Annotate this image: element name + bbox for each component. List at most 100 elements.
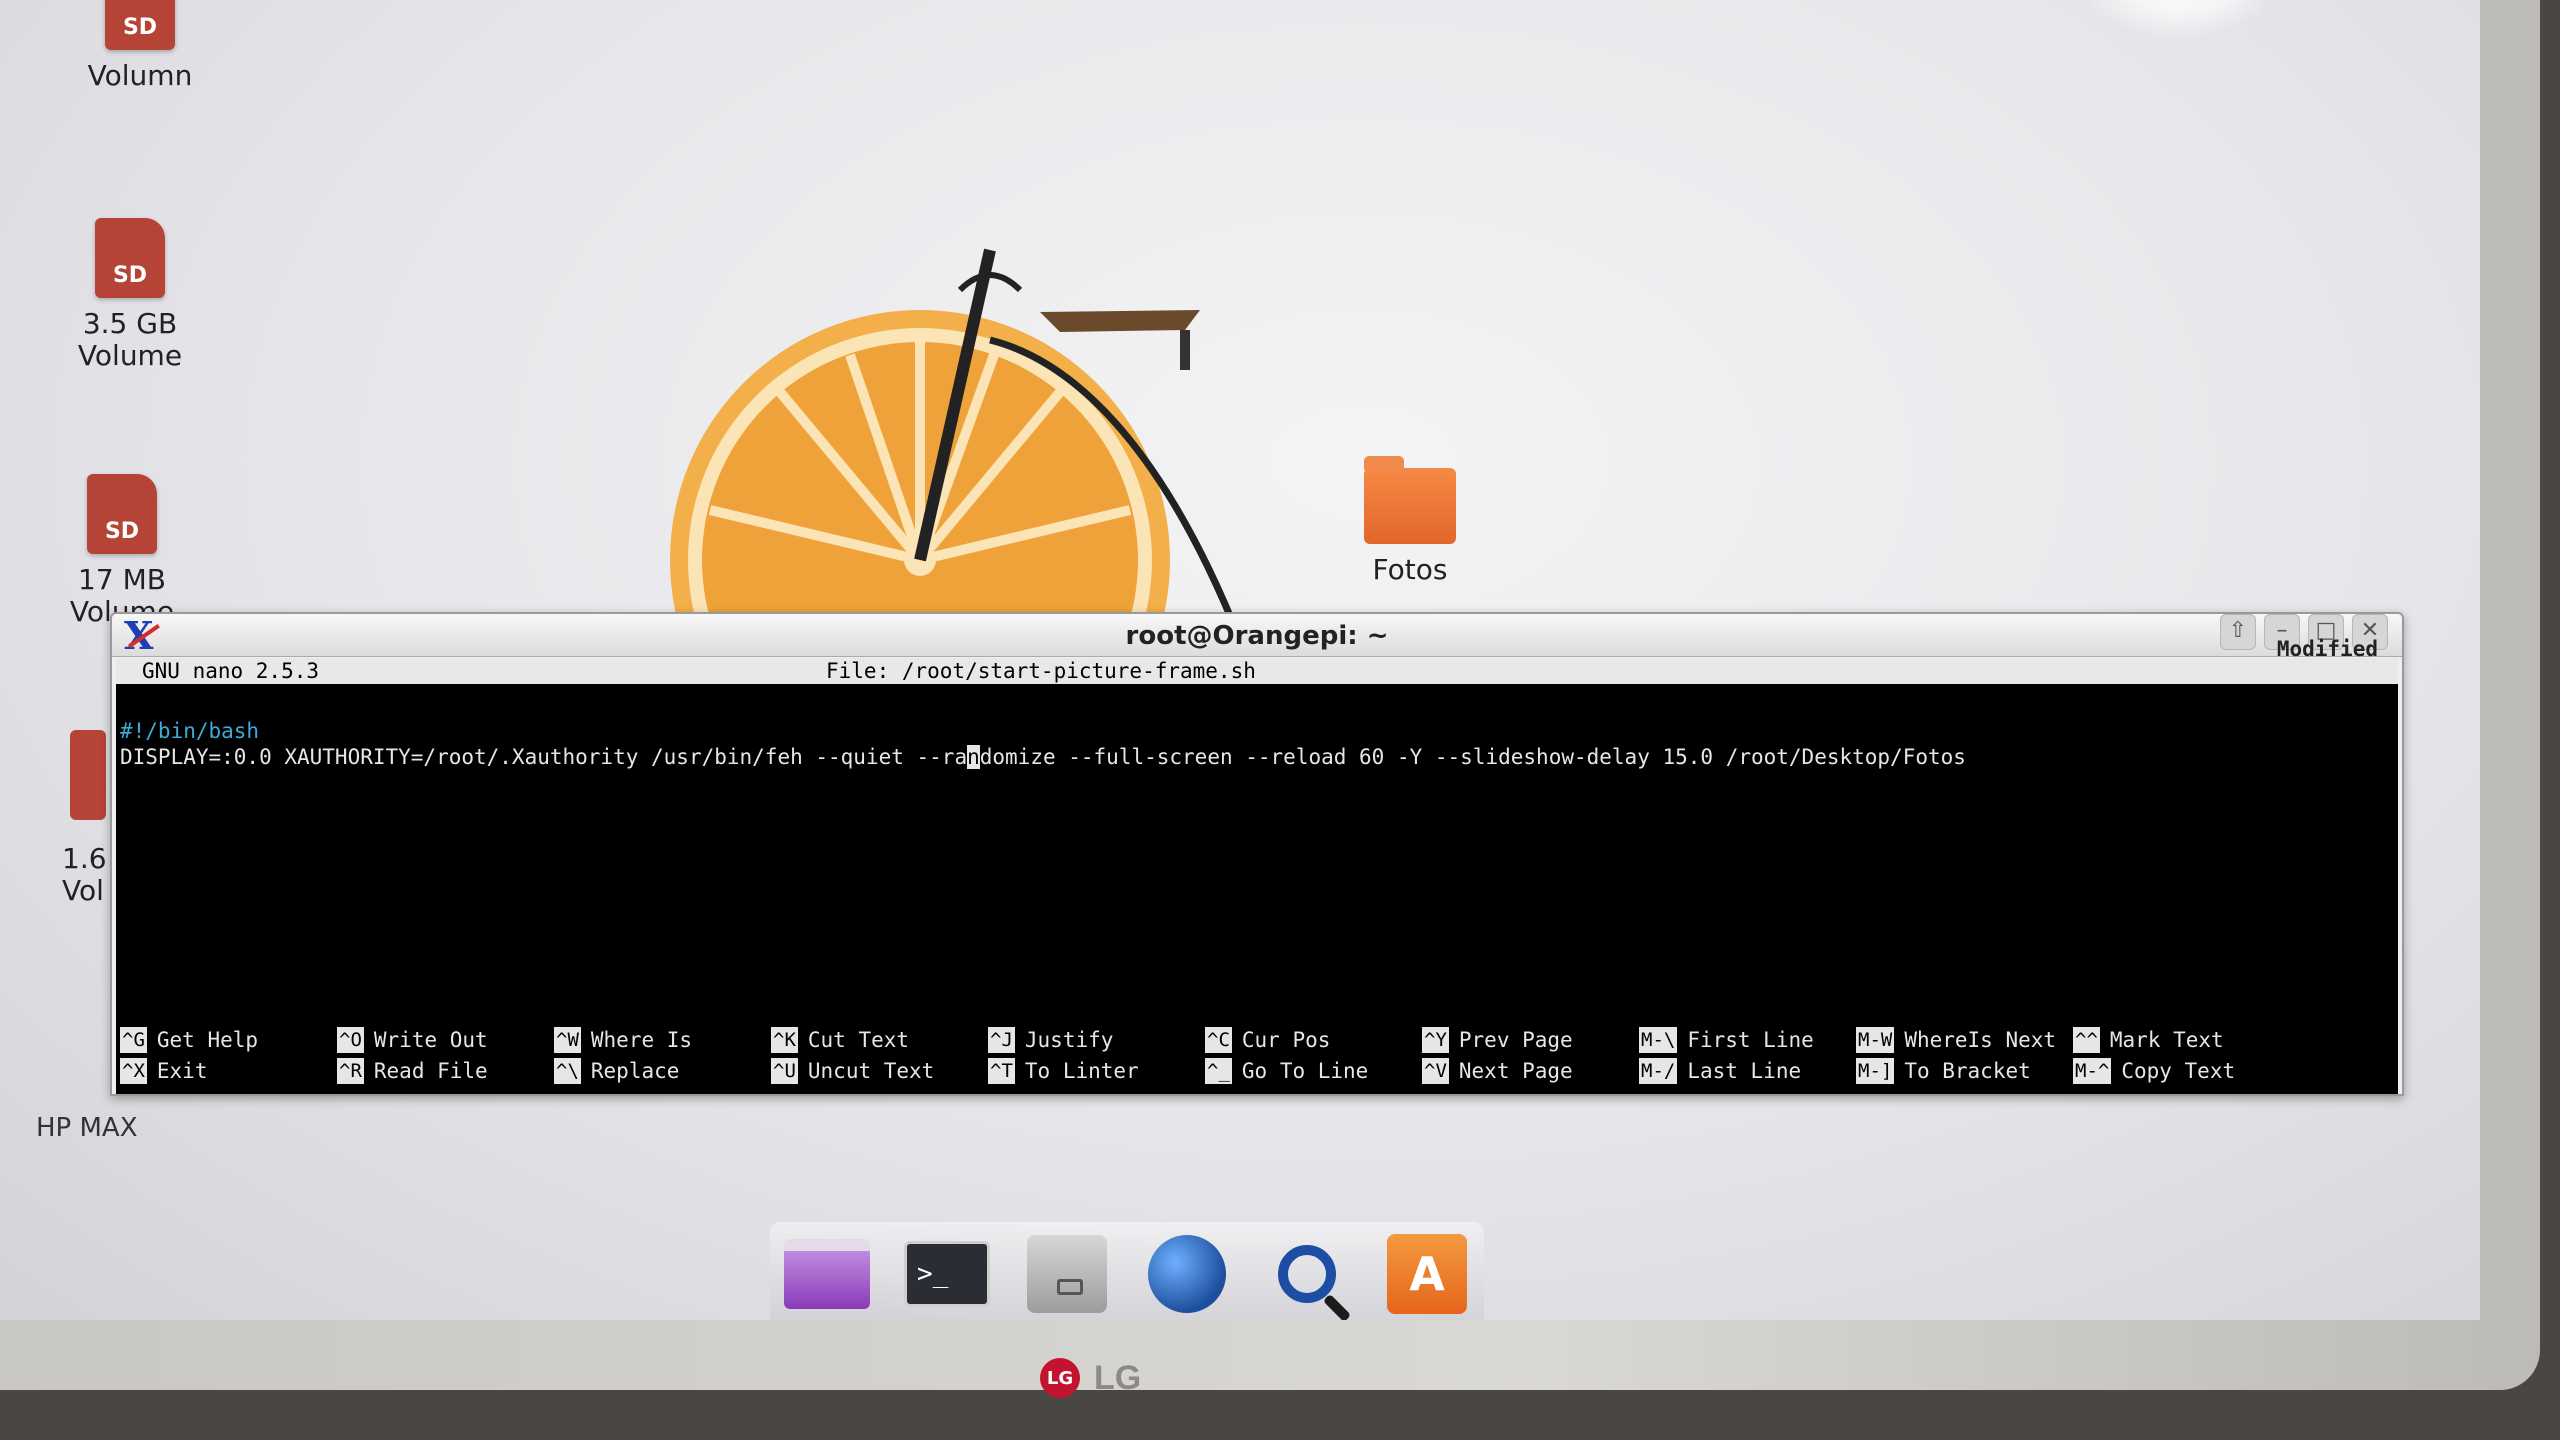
files-icon [784,1239,870,1309]
terminal-area[interactable]: GNU nano 2.5.3 File: /root/start-picture… [116,637,2398,1094]
nano-file-name: File: /root/start-picture-frame.sh [826,659,1256,683]
nano-version: GNU nano 2.5.3 [142,659,320,683]
shade-button[interactable]: ⇧ [2220,614,2256,650]
lg-logo-icon: LG [1040,1358,1080,1398]
terminal-window[interactable]: X root@Orangepi: ~ ⇧ – □ ✕ GNU nano 2.5.… [110,612,2404,1096]
wallpaper-orange-bicycle [670,248,1402,640]
sd-card-icon: SD [95,218,165,298]
shortcut-key: ^^ [2073,1027,2100,1053]
desktop-icon-volumn[interactable]: SD Volumn [70,0,210,92]
shortcut-mark-text[interactable]: ^^ Mark Text [2073,1026,2290,1054]
monitor-bezel: SD Volumn SD 3.5 GB Volume SD 17 MB Volu… [0,0,2540,1398]
shortcut-label: Mark Text [2109,1028,2224,1052]
shortcut-label: Exit [156,1059,208,1083]
shortcut-uncut-text[interactable]: ^U Uncut Text [771,1057,988,1085]
shortcut-key: ^_ [1205,1058,1232,1084]
shortcut-exit[interactable]: ^X Exit [120,1057,337,1085]
window-titlebar[interactable]: X root@Orangepi: ~ ⇧ – □ ✕ [112,614,2402,657]
shortcut-go-to-line[interactable]: ^_ Go To Line [1205,1057,1422,1085]
shortcut-key: M-\ [1639,1027,1678,1053]
desktop-screen: SD Volumn SD 3.5 GB Volume SD 17 MB Volu… [0,0,2480,1320]
shortcut-label: Where Is [590,1028,693,1052]
shortcut-key: ^G [120,1027,147,1053]
shortcut-key: ^C [1205,1027,1232,1053]
desktop-icon-label: 3.5 GB Volume [77,307,183,372]
shortcut-to-bracket[interactable]: M-] To Bracket [1856,1057,2073,1085]
shortcut-label: Cur Pos [1241,1028,1331,1052]
editor-line: DISPLAY=:0.0 XAUTHORITY=/root/.Xauthorit… [120,744,2398,770]
shortcut-key: ^J [988,1027,1015,1053]
sd-card-icon[interactable] [70,730,106,820]
window-title: root@Orangepi: ~ [1125,621,1389,651]
shortcut-label: Justify [1024,1028,1114,1052]
shortcut-key: ^K [771,1027,798,1053]
dock-files[interactable] [778,1229,876,1319]
dock-file-cabinet[interactable] [1018,1229,1116,1319]
desktop-icon-label: HP MAX [36,1113,138,1143]
editor-line-text: DISPLAY=:0.0 XAUTHORITY=/root/.Xauthorit… [120,745,968,769]
shortcut-label: Write Out [373,1028,488,1052]
search-icon [1278,1245,1336,1303]
dock-web-browser[interactable] [1138,1229,1236,1319]
dock-app-store[interactable]: A [1378,1229,1476,1319]
shortcut-read-file[interactable]: ^R Read File [337,1057,554,1085]
shortcut-label: Go To Line [1241,1059,1369,1083]
shortcut-to-linter[interactable]: ^T To Linter [988,1057,1205,1085]
shortcut-get-help[interactable]: ^G Get Help [120,1026,337,1054]
shortcut-label: To Bracket [1904,1059,2031,1083]
shortcut-prev-page[interactable]: ^Y Prev Page [1422,1026,1639,1054]
shortcut-key: ^X [120,1058,147,1084]
web-browser-icon [1148,1235,1226,1313]
shortcut-label: Copy Text [2121,1059,2236,1083]
shortcut-label: Get Help [156,1028,259,1052]
desktop-icon-17mb-volume[interactable]: SD 17 MB Volume [52,474,192,628]
shortcut-key: ^\ [554,1058,581,1084]
text-cursor: n [967,745,980,769]
monitor-brand-logo: LG LG [1040,1358,1141,1398]
nano-modified-status: Modified [2276,637,2378,661]
shortcut-where-is[interactable]: ^W Where Is [554,1026,771,1054]
shortcut-key: M-^ [2073,1058,2112,1084]
shortcut-key: ^Y [1422,1027,1449,1053]
shortcut-whereis-next[interactable]: M-W WhereIs Next [1856,1026,2073,1054]
shortcut-key: ^R [337,1058,364,1084]
shortcut-justify[interactable]: ^J Justify [988,1026,1205,1054]
shortcut-label: Cut Text [807,1028,910,1052]
shortcut-cur-pos[interactable]: ^C Cur Pos [1205,1026,1422,1054]
shortcut-copy-text[interactable]: M-^ Copy Text [2073,1057,2290,1085]
dock: >_ A [770,1222,1484,1320]
shortcut-next-page[interactable]: ^V Next Page [1422,1057,1639,1085]
shortcut-label: Next Page [1458,1059,1573,1083]
shortcut-label: First Line [1687,1028,1814,1052]
shortcut-key: ^T [988,1058,1015,1084]
shortcut-label: To Linter [1024,1059,1139,1083]
shortcut-key: M-W [1856,1027,1895,1053]
terminal-icon: >_ [904,1241,990,1307]
shortcut-key: ^V [1422,1058,1449,1084]
shortcut-label: Last Line [1687,1059,1802,1083]
editor-line: #!/bin/bash [120,718,2398,744]
nano-shortcut-bar: ^G Get Help ^O Write Out ^W Where Is ^K Cut … [116,1026,2398,1086]
shortcut-cut-text[interactable]: ^K Cut Text [771,1026,988,1054]
dock-search[interactable] [1258,1229,1356,1319]
app-store-icon: A [1387,1234,1467,1314]
shortcut-key: M-/ [1639,1058,1678,1084]
shortcut-last-line[interactable]: M-/ Last Line [1639,1057,1856,1085]
shortcut-label: Replace [590,1059,680,1083]
shortcut-first-line[interactable]: M-\ First Line [1639,1026,1856,1054]
shortcut-label: Uncut Text [807,1059,935,1083]
shortcut-key: ^O [337,1027,364,1053]
light-glare [2080,0,2280,40]
nano-header-bar: GNU nano 2.5.3 File: /root/start-picture… [116,637,2398,684]
shortcut-label: WhereIs Next [1904,1028,2057,1052]
shortcut-replace[interactable]: ^\ Replace [554,1057,771,1085]
sd-card-icon: SD [87,474,157,554]
shortcut-write-out[interactable]: ^O Write Out [337,1026,554,1054]
nano-editor[interactable]: #!/bin/bashDISPLAY=:0.0 XAUTHORITY=/root… [116,684,2398,770]
shortcut-label: Prev Page [1458,1028,1573,1052]
shortcut-key: M-] [1856,1058,1895,1084]
dock-terminal[interactable]: >_ [898,1229,996,1319]
editor-line-text: domize --full-screen --reload 60 -Y --sl… [979,745,1966,769]
shortcut-key: ^W [554,1027,581,1053]
desktop-icon-3-5gb-volume[interactable]: SD 3.5 GB Volume [60,218,200,372]
